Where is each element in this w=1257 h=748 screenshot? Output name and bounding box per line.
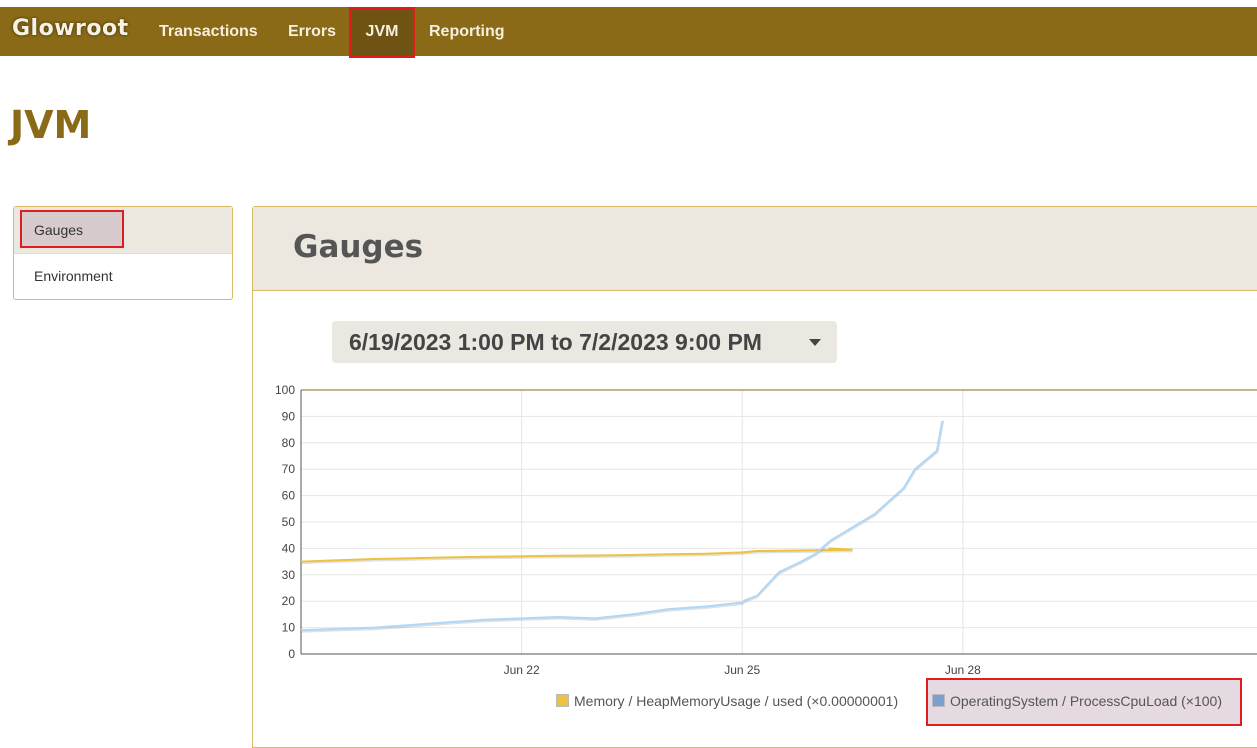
legend-label-memory: Memory / HeapMemoryUsage / used (×0.0000… [574,693,899,709]
nav-reporting[interactable]: Reporting [429,7,505,56]
navbar: Glowroot Transactions Errors JVM Reporti… [0,7,1257,58]
sidebar-item-gauges[interactable]: Gauges [14,207,232,254]
nav-errors[interactable]: Errors [288,7,336,56]
series-line-memory [300,547,853,563]
nav-jvm[interactable]: JVM [349,7,415,58]
x-tick-label: Jun 22 [504,663,540,677]
panel-header: Gauges [253,207,1257,291]
y-tick-label: 10 [282,621,296,635]
sidebar: Gauges Environment [13,206,233,300]
sidebar-item-environment[interactable]: Environment [14,253,232,299]
legend-swatch-memory [556,694,569,707]
legend-item-cpu[interactable]: OperatingSystem / ProcessCpuLoad (×100) [932,690,1222,712]
x-tick-label: Jun 25 [724,663,760,677]
time-range-dropdown[interactable]: 6/19/2023 1:00 PM to 7/2/2023 9:00 PM [332,321,837,363]
legend-label-cpu: OperatingSystem / ProcessCpuLoad (×100) [950,693,1222,709]
nav-transactions[interactable]: Transactions [159,7,258,56]
y-tick-label: 70 [282,462,296,476]
y-tick-label: 90 [282,409,296,423]
y-tick-label: 30 [282,568,296,582]
legend-item-memory[interactable]: Memory / HeapMemoryUsage / used (×0.0000… [556,690,898,712]
y-tick-label: 100 [275,383,295,397]
page-title: JVM [10,103,92,147]
y-tick-label: 50 [282,515,296,529]
panel-title: Gauges [293,229,424,265]
y-tick-label: 80 [282,436,296,450]
y-tick-label: 40 [282,541,296,555]
caret-down-icon [809,339,821,346]
time-range-label: 6/19/2023 1:00 PM to 7/2/2023 9:00 PM [349,329,762,355]
gauges-chart[interactable]: 0 10 20 30 40 50 60 70 80 90 100 Jun 22 Jun 25 Jun 28 [260,380,1257,680]
y-tick-label: 0 [288,647,295,661]
series-shadow [300,421,944,633]
sidebar-item-label: Environment [34,268,113,284]
sidebar-item-label: Gauges [34,222,84,238]
brand-logo[interactable]: Glowroot [12,16,129,41]
legend-swatch-cpu [932,694,945,707]
y-tick-label: 20 [282,594,296,608]
series-line-cpu [300,420,944,632]
y-tick-label: 60 [282,489,296,503]
x-tick-label: Jun 28 [945,663,981,677]
